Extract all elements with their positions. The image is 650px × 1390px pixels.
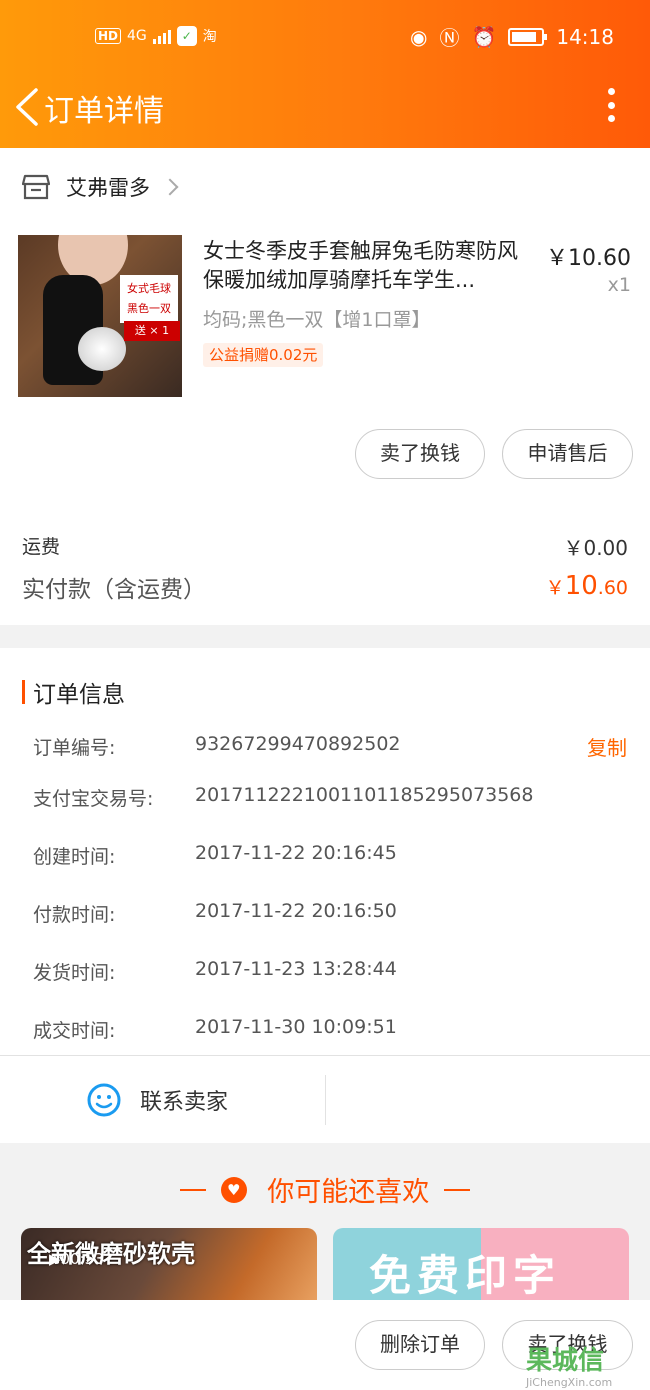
after-sale-button[interactable]: 申请售后	[502, 429, 633, 479]
decor-line-left	[180, 1188, 207, 1191]
taobao-notification-icon: 淘	[202, 29, 217, 45]
paid-time-label: 付款时间:	[33, 904, 116, 926]
paid-label: 实付款（含运费）	[22, 577, 206, 603]
product-title[interactable]: 女士冬季皮手套触屏兔毛防寒防风保暖加绒加厚骑摩托车学生...	[203, 237, 531, 295]
shop-icon	[22, 174, 50, 200]
clock-time: 14:18	[556, 24, 614, 49]
order-number-value: 93267299470892502	[195, 733, 401, 755]
charity-badge: 公益捐赠0.02元	[203, 343, 324, 367]
nfc-icon: Ⓝ	[439, 26, 460, 50]
contact-seller-button[interactable]: 联系卖家	[86, 1082, 228, 1118]
divider	[0, 1055, 650, 1056]
product-image-tag: 女式毛球 黑色一双	[120, 275, 178, 323]
shipping-label: 运费	[22, 536, 61, 558]
shop-link[interactable]: 艾弗雷多	[22, 172, 179, 202]
heart-icon: ♥	[220, 1176, 247, 1203]
sell-for-cash-button[interactable]: 卖了换钱	[355, 429, 485, 479]
paid-time-value: 2017-11-22 20:16:50	[195, 900, 397, 922]
product-price: ￥10.60	[546, 246, 631, 271]
back-arrow-icon[interactable]	[14, 88, 40, 126]
copy-button[interactable]: 复制	[587, 732, 627, 761]
vertical-divider	[325, 1075, 326, 1125]
shipped-time-label: 发货时间:	[33, 962, 116, 984]
paid-total: ￥10.60	[545, 571, 628, 601]
hd-badge: HD	[95, 28, 122, 44]
chevron-right-icon	[161, 178, 179, 196]
page-title: 订单详情	[44, 94, 164, 129]
battery-icon	[508, 27, 548, 46]
decor-line-right	[443, 1188, 470, 1191]
signal-icon	[152, 28, 171, 44]
order-info-card	[0, 648, 650, 1143]
shipped-time-value: 2017-11-23 13:28:44	[195, 958, 397, 980]
nav-bar: 订单详情	[0, 78, 650, 134]
delete-order-button[interactable]: 删除订单	[355, 1320, 485, 1370]
recommend-item-2[interactable]: 免费印字	[333, 1228, 629, 1300]
completed-time-label: 成交时间:	[33, 1020, 116, 1042]
chat-smile-icon	[87, 1083, 121, 1117]
product-image[interactable]: 女式毛球 黑色一双 送 × 1	[18, 235, 182, 397]
order-number-label: 订单编号:	[33, 737, 116, 759]
created-time-value: 2017-11-22 20:16:45	[195, 842, 397, 864]
shipping-value: ￥0.00	[563, 536, 628, 560]
product-image-gift: 送 × 1	[124, 321, 180, 341]
more-menu-icon[interactable]	[606, 88, 616, 122]
product-quantity: x1	[607, 274, 631, 296]
created-time-label: 创建时间:	[33, 846, 116, 868]
network-label: 4G	[127, 28, 147, 44]
completed-time-value: 2017-11-30 10:09:51	[195, 1016, 397, 1038]
video-duration: ▶00:53	[49, 1250, 104, 1268]
shop-name: 艾弗雷多	[66, 176, 150, 200]
eye-icon: ◉	[410, 24, 428, 49]
alipay-trade-value: 2017112221001101185295073568	[195, 784, 534, 806]
order-info-heading: 订单信息	[22, 675, 125, 709]
product-sku: 均码;黑色一双【增1口罩】	[203, 309, 431, 331]
recommend-item-1[interactable]: 全新微磨砂软壳 ▶00:53	[21, 1228, 317, 1300]
recommend-heading: ♥ 你可能还喜欢	[0, 1170, 650, 1209]
alipay-trade-label: 支付宝交易号:	[33, 788, 154, 810]
status-bar: HD 4G ✓ 淘 ◉ Ⓝ ⏰ 14:18	[0, 22, 650, 54]
alarm-icon: ⏰	[471, 24, 497, 49]
app-notification-icon: ✓	[176, 26, 197, 46]
watermark: 果城信 JiChengXin.com	[526, 1346, 613, 1389]
app-header: HD 4G ✓ 淘 ◉ Ⓝ ⏰ 14:18 订单详情	[0, 0, 650, 148]
